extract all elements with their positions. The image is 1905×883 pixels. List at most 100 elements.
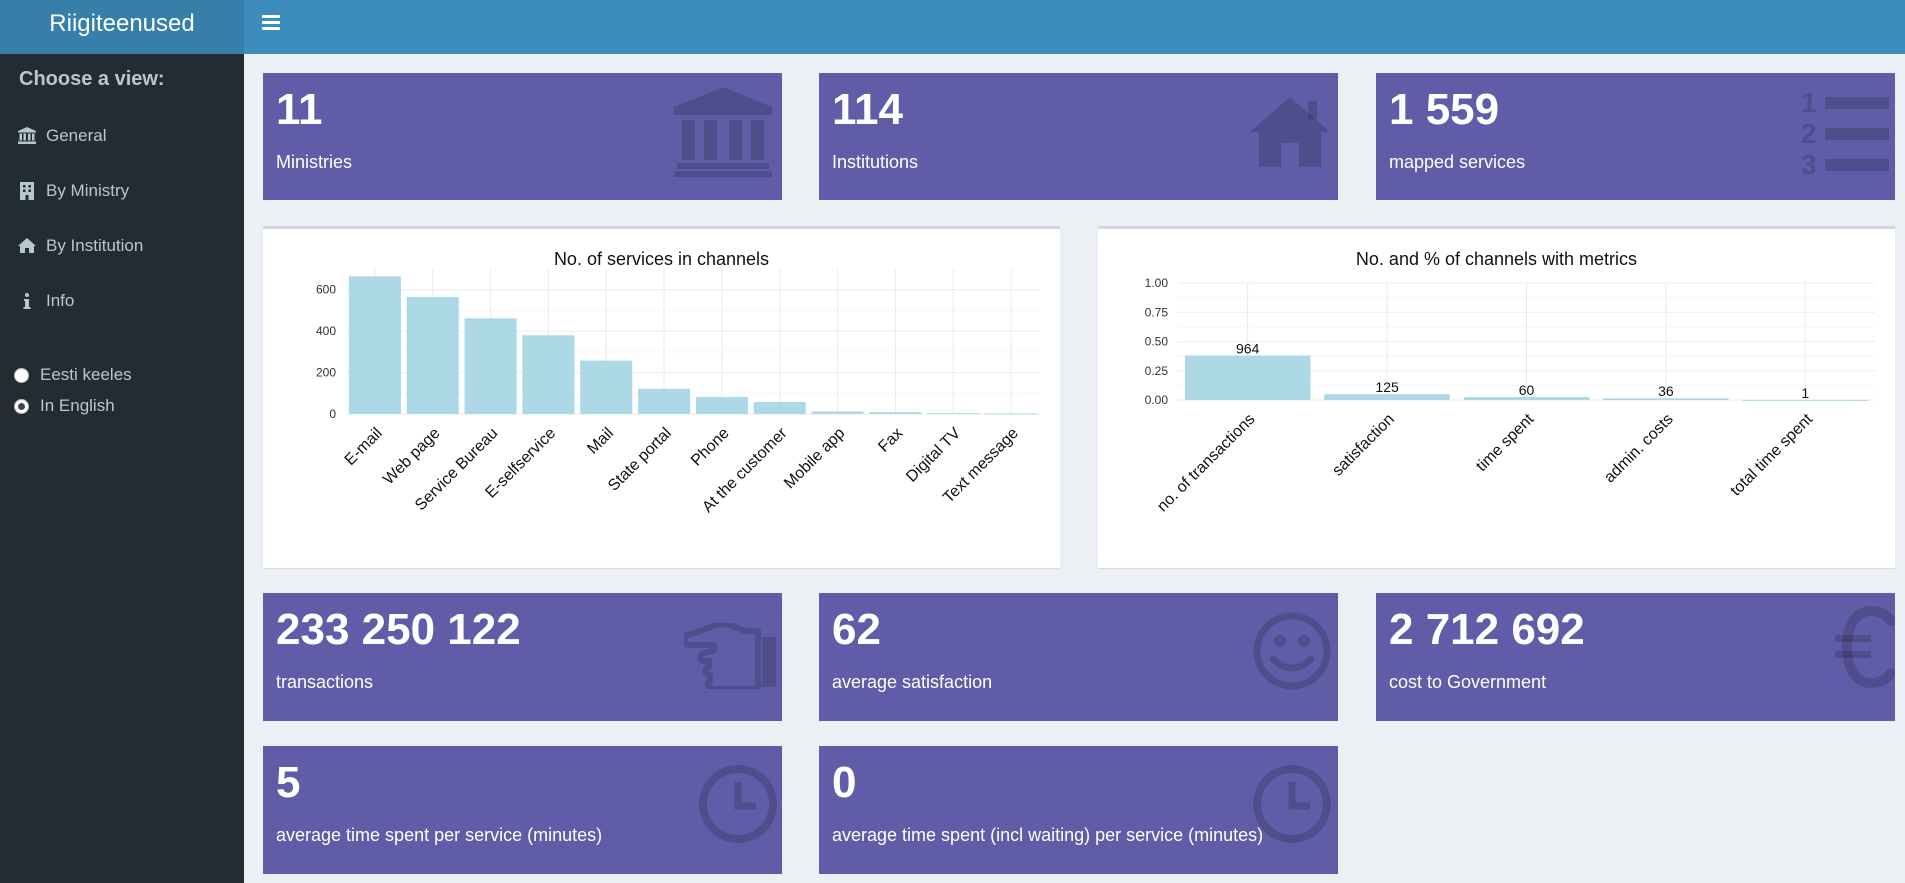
value-box-institutions: 114 Institutions	[819, 73, 1338, 200]
language-option-estonian[interactable]: Eesti keeles	[14, 365, 132, 385]
bar	[406, 296, 459, 414]
y-tick-label: 200	[316, 366, 336, 380]
bar	[638, 388, 691, 414]
smile-icon	[1252, 611, 1332, 696]
bar	[869, 412, 922, 414]
value-box-label: average time spent (incl waiting) per se…	[832, 825, 1264, 845]
x-tick-label: Fax	[875, 425, 906, 456]
home-icon	[1250, 97, 1330, 172]
y-tick-label: 0.50	[1145, 335, 1169, 349]
svg-text:2: 2	[1801, 118, 1817, 149]
bar	[522, 335, 575, 414]
sidebar-item-general[interactable]: General	[0, 108, 244, 163]
sidebar: Choose a view: General By Ministry By In…	[0, 54, 244, 883]
x-tick-label: Mobile app	[781, 425, 848, 492]
value-box-label: average satisfaction	[832, 672, 993, 692]
value-box-label: average time spent per service (minutes)	[276, 825, 603, 845]
chart-panel-metrics: No. and % of channels with metrics 0.00 0…	[1098, 226, 1895, 568]
sidebar-item-label: By Institution	[46, 235, 144, 255]
value-box-number: 0	[832, 758, 857, 807]
value-box-label: cost to Government	[1389, 672, 1547, 692]
svg-text:3: 3	[1801, 149, 1817, 177]
app-logo[interactable]: Riigiteenused	[0, 0, 244, 54]
x-tick-label: Phone	[688, 425, 733, 470]
y-tick-label: 0.25	[1145, 364, 1169, 378]
bar	[985, 413, 1038, 415]
value-box-number: 114	[832, 85, 903, 134]
bar	[1184, 355, 1311, 400]
bar-chart-services-in-channels: 0200400600E-mailWeb pageService BureauE-…	[316, 269, 1040, 516]
sidebar-header: Choose a view:	[19, 68, 165, 90]
sidebar-toggle-icon[interactable]	[262, 15, 280, 31]
data-label: 964	[1236, 341, 1260, 357]
value-box-label: transactions	[276, 672, 374, 692]
y-tick-label: 0	[329, 407, 336, 421]
language-label: In English	[40, 396, 115, 415]
value-box-ministries: 11 Ministries	[263, 73, 782, 200]
value-box-number: 233 250 122	[276, 605, 521, 654]
y-tick-label: 600	[316, 283, 336, 297]
sidebar-item-by-institution[interactable]: By Institution	[0, 218, 244, 273]
y-tick-label: 0.00	[1145, 393, 1169, 407]
x-tick-label: satisfaction	[1329, 411, 1398, 480]
svg-text:1: 1	[1801, 87, 1817, 118]
value-box-satisfaction: 62 average satisfaction	[819, 593, 1338, 721]
value-box-avg-time: 5 average time spent per service (minute…	[263, 746, 782, 874]
value-box-number: 62	[832, 605, 881, 654]
x-tick-label: Mail	[584, 425, 617, 458]
bar	[348, 276, 401, 414]
bar-chart-channels-with-metrics: 0.00 0.25 0.50 0.75 1.00 964 no. of transactio…	[1145, 276, 1875, 515]
y-tick-label: 1.00	[1145, 276, 1169, 290]
clock-icon	[1252, 764, 1332, 849]
value-box-cost: 2 712 692 cost to Government	[1376, 593, 1895, 721]
value-box-transactions: 233 250 122 transactions	[263, 593, 782, 721]
chart-panel-channels: No. of services in channels 0 200 400 600 E-…	[263, 226, 1060, 568]
value-box-avg-time-waiting: 0 average time spent (incl waiting) per …	[819, 746, 1338, 874]
y-tick-label: 0.75	[1145, 305, 1169, 319]
clock-icon	[698, 764, 778, 849]
value-box-mapped-services: 1 559 mapped services 123	[1376, 73, 1895, 200]
value-box-number: 1 559	[1389, 85, 1500, 134]
data-label: 36	[1658, 383, 1674, 399]
info-icon	[16, 291, 38, 311]
sidebar-item-label: By Ministry	[46, 180, 130, 200]
ordered-list-icon: 123	[1801, 85, 1889, 182]
sidebar-item-by-ministry[interactable]: By Ministry	[0, 163, 244, 218]
data-label: 1	[1801, 385, 1809, 401]
x-tick-label: admin. costs	[1601, 411, 1677, 487]
bar	[927, 413, 980, 415]
data-label: 125	[1375, 379, 1399, 395]
x-tick-label: time spent	[1473, 410, 1538, 475]
x-tick-label: E-mail	[342, 425, 386, 469]
sidebar-item-label: Info	[46, 290, 75, 310]
x-tick-label: no. of transactions	[1154, 411, 1258, 515]
value-box-label: Ministries	[276, 152, 353, 172]
x-tick-label: Digital TV	[903, 425, 964, 486]
app-title: Riigiteenused	[49, 10, 195, 37]
bar	[811, 411, 864, 414]
language-label: Eesti keeles	[40, 365, 132, 384]
building-icon	[16, 181, 38, 201]
value-box-number: 2 712 692	[1389, 605, 1585, 654]
hand-pointer-icon	[682, 621, 778, 694]
radio-english[interactable]	[14, 398, 29, 414]
value-box-label: mapped services	[1389, 152, 1526, 172]
sidebar-item-label: General	[46, 125, 107, 145]
value-box-label: Institutions	[832, 152, 919, 172]
bar	[695, 397, 748, 414]
top-navbar	[244, 0, 1905, 54]
bar	[753, 401, 806, 414]
value-box-number: 5	[276, 758, 301, 807]
sidebar-item-info[interactable]: Info	[0, 273, 244, 328]
bar	[464, 318, 517, 414]
data-label: 60	[1519, 382, 1535, 398]
bank-icon	[16, 126, 38, 146]
bar	[580, 360, 633, 414]
bank-icon	[674, 87, 772, 182]
home-icon	[16, 236, 38, 256]
euro-icon	[1835, 605, 1895, 694]
value-box-number: 11	[276, 85, 323, 134]
y-tick-label: 400	[316, 324, 336, 338]
language-option-english[interactable]: In English	[14, 396, 115, 416]
radio-estonian[interactable]	[14, 367, 29, 383]
